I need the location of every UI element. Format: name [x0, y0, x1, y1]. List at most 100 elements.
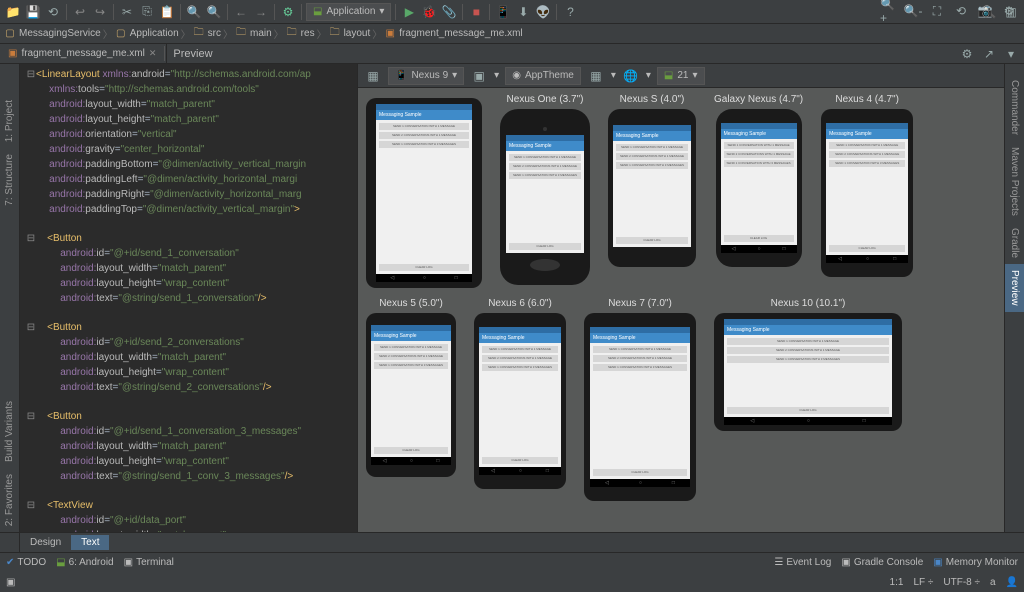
line-separator[interactable]: LF ÷	[913, 577, 933, 588]
breadcrumb-item[interactable]: ▢MessagingService	[4, 28, 101, 40]
settings-icon[interactable]: ⚙	[1000, 2, 1018, 20]
preview-all-icon[interactable]: ▦	[587, 67, 605, 85]
commander-tool-button[interactable]: Commander	[1005, 74, 1024, 141]
refresh-icon[interactable]: ⟲	[952, 2, 970, 20]
dropdown-icon[interactable]: ▾	[611, 70, 616, 81]
breadcrumb-item[interactable]: 🗀src	[193, 28, 221, 40]
structure-tool-button[interactable]: 7: Structure	[0, 148, 19, 212]
sdk-icon[interactable]: ⬇	[514, 3, 532, 21]
open-file-icon[interactable]: 📁	[4, 3, 22, 21]
debug-button[interactable]: 🐞	[420, 3, 438, 21]
forward-icon[interactable]: →	[252, 3, 270, 21]
find-icon[interactable]: 🔍	[185, 3, 203, 21]
preview-textview	[616, 171, 688, 235]
theme-selector-label: AppTheme	[525, 70, 574, 81]
terminal-tool-button[interactable]: ▣Terminal	[124, 557, 174, 568]
preview-button: SEND 1 CONVERSATION WITH 1 MESSAGE	[593, 346, 687, 353]
zoom-in-icon[interactable]: 🔍+	[880, 2, 898, 20]
status-toggle-icon[interactable]: ▣	[6, 577, 15, 588]
todo-icon: ✔	[6, 557, 14, 568]
project-tool-button[interactable]: 1: Project	[0, 94, 19, 148]
code-editor[interactable]: ⊟<LinearLayout xmlns:android="http://sch…	[20, 64, 357, 532]
preview-button: CLEAR LOG	[509, 243, 581, 250]
hector-icon[interactable]: 👤	[1006, 577, 1018, 588]
build-variants-tool-button[interactable]: Build Variants	[0, 395, 19, 468]
gradle-console-button[interactable]: ▣Gradle Console	[841, 557, 923, 568]
preview-button: SEND 2 CONVERSATIONS WITH 1 MESSAGE	[616, 153, 688, 160]
app-body: SEND 1 CONVERSATION WITH 1 MESSAGE SEND …	[506, 151, 584, 253]
settings-icon[interactable]: ⚙	[958, 45, 976, 63]
preview-button: SEND 2 CONVERSATIONS WITH 1 MESSAGE	[593, 355, 687, 362]
dropdown-icon[interactable]: ▾	[646, 70, 651, 81]
preview-device-galaxy-nexus[interactable]: Galaxy Nexus (4.7") Messaging Sample SEN…	[714, 94, 803, 288]
zoom-out-icon[interactable]: 🔍-	[904, 2, 922, 20]
toolbar-separator	[180, 4, 181, 20]
breadcrumb-label: src	[208, 28, 221, 39]
gradle-console-label: Gradle Console	[854, 557, 923, 568]
todo-tool-button[interactable]: ✔TODO	[6, 557, 46, 568]
cut-icon[interactable]: ✂	[118, 3, 136, 21]
dock-icon[interactable]: ↗	[980, 45, 998, 63]
ddms-icon[interactable]: 👽	[534, 3, 552, 21]
maven-tool-button[interactable]: Maven Projects	[1005, 141, 1024, 222]
memory-monitor-button[interactable]: ▣Memory Monitor	[933, 557, 1018, 568]
action-bar: Messaging Sample	[376, 110, 472, 120]
caret-position[interactable]: 1:1	[890, 577, 904, 588]
breadcrumb-item[interactable]: 🗀res	[286, 28, 315, 40]
locale-icon[interactable]: 🌐	[622, 67, 640, 85]
preview-device-nexus-10[interactable]: Nexus 10 (10.1") Messaging Sample SEND 1…	[714, 298, 902, 501]
preview-device-nexus-6[interactable]: Nexus 6 (6.0") Messaging Sample SEND 1 C…	[474, 298, 566, 501]
action-bar: Messaging Sample	[724, 325, 892, 335]
event-log-button[interactable]: ☰Event Log	[774, 557, 831, 568]
breadcrumb-item[interactable]: 🗀main	[235, 28, 272, 40]
preview-device-nexus-s[interactable]: Nexus S (4.0") Messaging Sample SEND 1 C…	[608, 94, 696, 288]
preview-device-nexus-5[interactable]: Nexus 5 (5.0") Messaging Sample SEND 1 C…	[366, 298, 456, 501]
back-icon[interactable]: ←	[232, 3, 250, 21]
theme-selector[interactable]: ◉AppTheme	[505, 67, 581, 85]
device-selector[interactable]: 📱Nexus 9▾	[388, 67, 464, 85]
file-tab[interactable]: ▣fragment_message_me.xml✕	[0, 46, 165, 61]
api-selector[interactable]: ⬓21▾	[657, 67, 705, 85]
preview-canvas[interactable]: Messaging Sample SEND 1 CONVERSATION WIT…	[358, 88, 1004, 532]
file-encoding[interactable]: UTF-8 ÷	[943, 577, 980, 588]
breadcrumb-item[interactable]: 🗀layout	[329, 28, 371, 40]
preview-button: SEND 1 CONVERSATION WITH 3 MESSAGES	[727, 356, 889, 363]
readonly-lock-icon[interactable]: a	[990, 577, 996, 588]
favorites-tool-button[interactable]: 2: Favorites	[0, 468, 19, 532]
avd-icon[interactable]: 📱	[494, 3, 512, 21]
preview-button: CLEAR LOG	[616, 237, 688, 244]
preview-device-tablet[interactable]: Messaging Sample SEND 1 CONVERSATION WIT…	[366, 94, 482, 288]
gradle-tool-button[interactable]: Gradle	[1005, 222, 1024, 264]
preview-device-nexus-one[interactable]: Nexus One (3.7") Messaging Sample SEND 1…	[500, 94, 590, 288]
redo-icon[interactable]: ↪	[91, 3, 109, 21]
chevron-down-icon[interactable]: ▾	[1002, 45, 1020, 63]
save-icon[interactable]: 💾	[24, 3, 42, 21]
camera-icon[interactable]: 📷	[976, 2, 994, 20]
orientation-icon[interactable]: ▣	[470, 67, 488, 85]
preview-device-nexus-7[interactable]: Nexus 7 (7.0") Messaging Sample SEND 1 C…	[584, 298, 696, 501]
run-button[interactable]: ▶	[400, 3, 418, 21]
android-tool-button[interactable]: ⬓6: Android	[56, 557, 114, 568]
paste-icon[interactable]: 📋	[158, 3, 176, 21]
undo-icon[interactable]: ↩	[71, 3, 89, 21]
preview-button: SEND 1 CONVERSATION WITH 3 MESSAGES	[724, 160, 794, 167]
design-tab[interactable]: Design	[20, 535, 71, 550]
attach-icon[interactable]: 📎	[440, 3, 458, 21]
breadcrumb-item[interactable]: ▣fragment_message_me.xml	[384, 28, 522, 40]
toggle-layout-icon[interactable]: ▦	[364, 67, 382, 85]
refresh-icon[interactable]: ⟲	[44, 3, 62, 21]
stop-button[interactable]: ■	[467, 3, 485, 21]
run-config-selector[interactable]: ⬓ Application ▾	[306, 3, 391, 21]
preview-device-nexus-4[interactable]: Nexus 4 (4.7") Messaging Sample SEND 1 C…	[821, 94, 913, 288]
preview-tool-button[interactable]: Preview	[1005, 264, 1024, 312]
breadcrumb-item[interactable]: ▢Application	[115, 28, 179, 40]
make-icon[interactable]: ⚙	[279, 3, 297, 21]
replace-icon[interactable]: 🔍	[205, 3, 223, 21]
memory-monitor-label: Memory Monitor	[946, 557, 1018, 568]
zoom-fit-icon[interactable]: ⛶	[928, 2, 946, 20]
text-tab[interactable]: Text	[71, 535, 109, 550]
help-icon[interactable]: ?	[561, 3, 579, 21]
dropdown-icon[interactable]: ▾	[494, 70, 499, 81]
close-tab-icon[interactable]: ✕	[149, 48, 157, 59]
copy-icon[interactable]: ⎘	[138, 3, 156, 21]
